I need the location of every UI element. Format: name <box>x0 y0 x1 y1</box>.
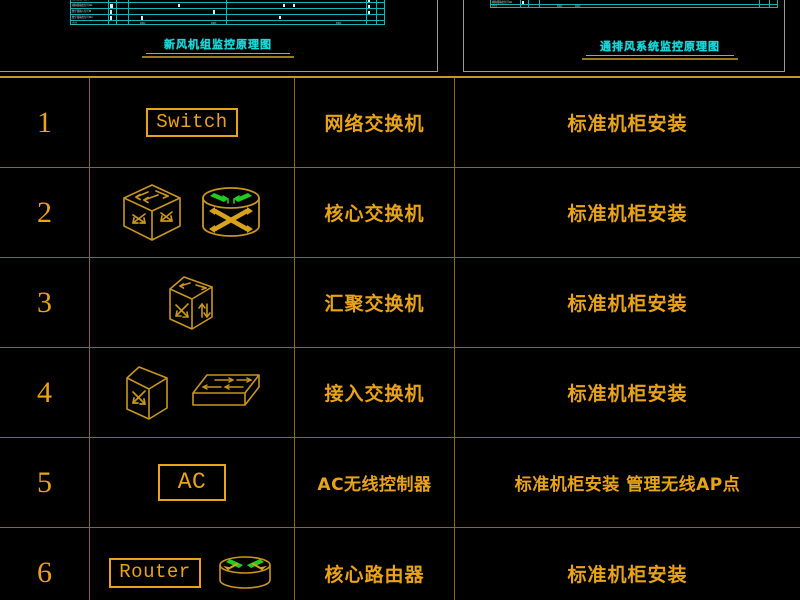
row-number: 5 <box>37 465 52 499</box>
signal-mark <box>279 16 281 19</box>
symbol-cell <box>90 348 295 437</box>
installation-note-cell: 标准机柜安装 管理无线AP点 <box>455 438 800 527</box>
cad-drawing-screenshot: 模拟量输入信号AI 模拟量输出信号AO 数字量输入信号DI 数字量输出信号DO … <box>0 0 800 600</box>
symbol-cell: Router <box>90 528 295 600</box>
left-footer-mark: DDC <box>211 21 217 25</box>
left-drawing-title: 新风机组监控原理图 <box>164 38 272 51</box>
right-table-row-label: 模拟量输出信号AO <box>492 0 513 4</box>
signal-mark <box>110 4 113 8</box>
installation-note: 标准机柜安装 <box>567 203 688 225</box>
core-switch-cube-icon <box>123 183 181 241</box>
cad-drawing-area: 模拟量输入信号AI 模拟量输出信号AO 数字量输入信号DI 数字量输出信号DO … <box>0 0 800 76</box>
table-row: 6 Router 核心路由器 标准机柜安装 <box>0 528 800 600</box>
device-name: 接入交换机 <box>324 383 425 405</box>
signal-mark <box>141 16 143 20</box>
device-name-cell: 接入交换机 <box>295 348 455 437</box>
right-footer-mark: DDC <box>557 5 563 8</box>
core-switch-cylinder-icon <box>202 186 260 237</box>
row-number-cell: 1 <box>0 78 90 167</box>
right-drawing-title: 通排风系统监控原理图 <box>600 40 720 53</box>
left-footer-mark: DDC <box>140 21 146 25</box>
row-number: 1 <box>37 105 52 139</box>
device-name-cell: AC无线控制器 <box>295 438 455 527</box>
core-router-cylinder-icon <box>218 556 271 589</box>
installation-note-cell: 标准机柜安装 <box>455 78 800 167</box>
table-row: 4 接入交换机 标准机柜安装 <box>0 348 800 438</box>
installation-note: 标准机柜安装 <box>567 113 688 135</box>
device-name: 核心交换机 <box>324 203 425 225</box>
left-table-row-label: 合计 <box>72 21 77 25</box>
row-number: 4 <box>37 375 52 409</box>
left-signal-table: 模拟量输入信号AI 模拟量输出信号AO 数字量输入信号DI 数字量输出信号DO … <box>70 0 385 25</box>
title-underline-gold <box>142 56 294 58</box>
signal-mark <box>213 10 215 14</box>
right-table-row-label: 合计 <box>492 5 497 8</box>
row-number: 2 <box>37 195 52 229</box>
installation-note-cell: 标准机柜安装 <box>455 258 800 347</box>
installation-note-cell: 标准机柜安装 <box>455 528 800 600</box>
symbol-cell: AC <box>90 438 295 527</box>
left-table-row-label: 模拟量输入信号AI <box>72 0 91 1</box>
signal-mark <box>368 0 370 2</box>
left-drawing-title-block: 新风机组监控原理图 <box>118 36 318 58</box>
right-drawing-title-block: 通排风系统监控原理图 <box>560 38 760 60</box>
right-signal-table: 数字量输入信号DI 数字量输出信号DO 模拟量输入信号AI 模拟量输出信号AO … <box>490 0 778 8</box>
title-underline-cyan <box>146 53 290 54</box>
left-table-row-label: 模拟量输出信号AO <box>72 3 93 7</box>
symbol-cell <box>90 258 295 347</box>
row-number: 6 <box>37 556 52 589</box>
device-name-cell: 核心路由器 <box>295 528 455 600</box>
installation-note-cell: 标准机柜安装 <box>455 348 800 437</box>
router-box-label-icon: Router <box>109 558 201 588</box>
signal-mark <box>368 5 370 8</box>
device-name: 网络交换机 <box>324 113 425 135</box>
signal-mark <box>110 16 112 20</box>
installation-note: 标准机柜安装 <box>567 383 688 405</box>
left-table-row-label: 数字量输出信号DO <box>72 15 93 19</box>
device-name-cell: 汇聚交换机 <box>295 258 455 347</box>
title-underline-gold <box>582 58 738 60</box>
table-row: 3 汇聚交换机 标准机柜安装 <box>0 258 800 348</box>
installation-note: 标准机柜安装 <box>567 293 688 315</box>
right-footer-mark: DDC <box>575 5 581 8</box>
signal-mark <box>368 11 370 14</box>
device-name-cell: 网络交换机 <box>295 78 455 167</box>
title-underline-cyan <box>586 55 734 56</box>
left-table-row-label: 数字量输入信号DI <box>72 9 92 13</box>
symbol-cell: Switch <box>90 78 295 167</box>
signal-mark <box>283 4 285 7</box>
signal-mark <box>522 1 524 4</box>
installation-note: 标准机柜安装 <box>567 563 688 586</box>
row-number-cell: 4 <box>0 348 90 437</box>
distribution-switch-cube-icon <box>169 275 213 330</box>
right-drawing-frame <box>463 0 785 72</box>
signal-mark <box>110 10 112 14</box>
row-number-cell: 6 <box>0 528 90 600</box>
row-number-cell: 2 <box>0 168 90 257</box>
left-footer-mark: DDC <box>336 21 342 25</box>
table-row: 1 Switch 网络交换机 标准机柜安装 <box>0 78 800 168</box>
row-number: 3 <box>37 285 52 319</box>
symbol-cell <box>90 168 295 257</box>
device-name: 汇聚交换机 <box>324 293 425 315</box>
network-equipment-legend-table: 1 Switch 网络交换机 标准机柜安装 2 核心交换机 标准机柜安装 3 汇… <box>0 76 800 600</box>
signal-mark <box>178 4 180 7</box>
device-name: 核心路由器 <box>324 563 425 586</box>
row-number-cell: 5 <box>0 438 90 527</box>
access-switch-slab-icon <box>192 373 260 406</box>
row-number-cell: 3 <box>0 258 90 347</box>
installation-note-cell: 标准机柜安装 <box>455 168 800 257</box>
switch-box-label-icon: Switch <box>146 107 238 138</box>
installation-note: 标准机柜安装 管理无线AP点 <box>514 475 741 495</box>
device-name-cell: 核心交换机 <box>295 168 455 257</box>
ac-box-label-icon: AC <box>157 464 227 501</box>
table-row: 2 核心交换机 标准机柜安装 <box>0 168 800 258</box>
access-switch-cube-icon <box>126 365 168 420</box>
signal-mark <box>293 4 295 7</box>
table-row: 5 AC AC无线控制器 标准机柜安装 管理无线AP点 <box>0 438 800 528</box>
device-name: AC无线控制器 <box>317 475 432 495</box>
